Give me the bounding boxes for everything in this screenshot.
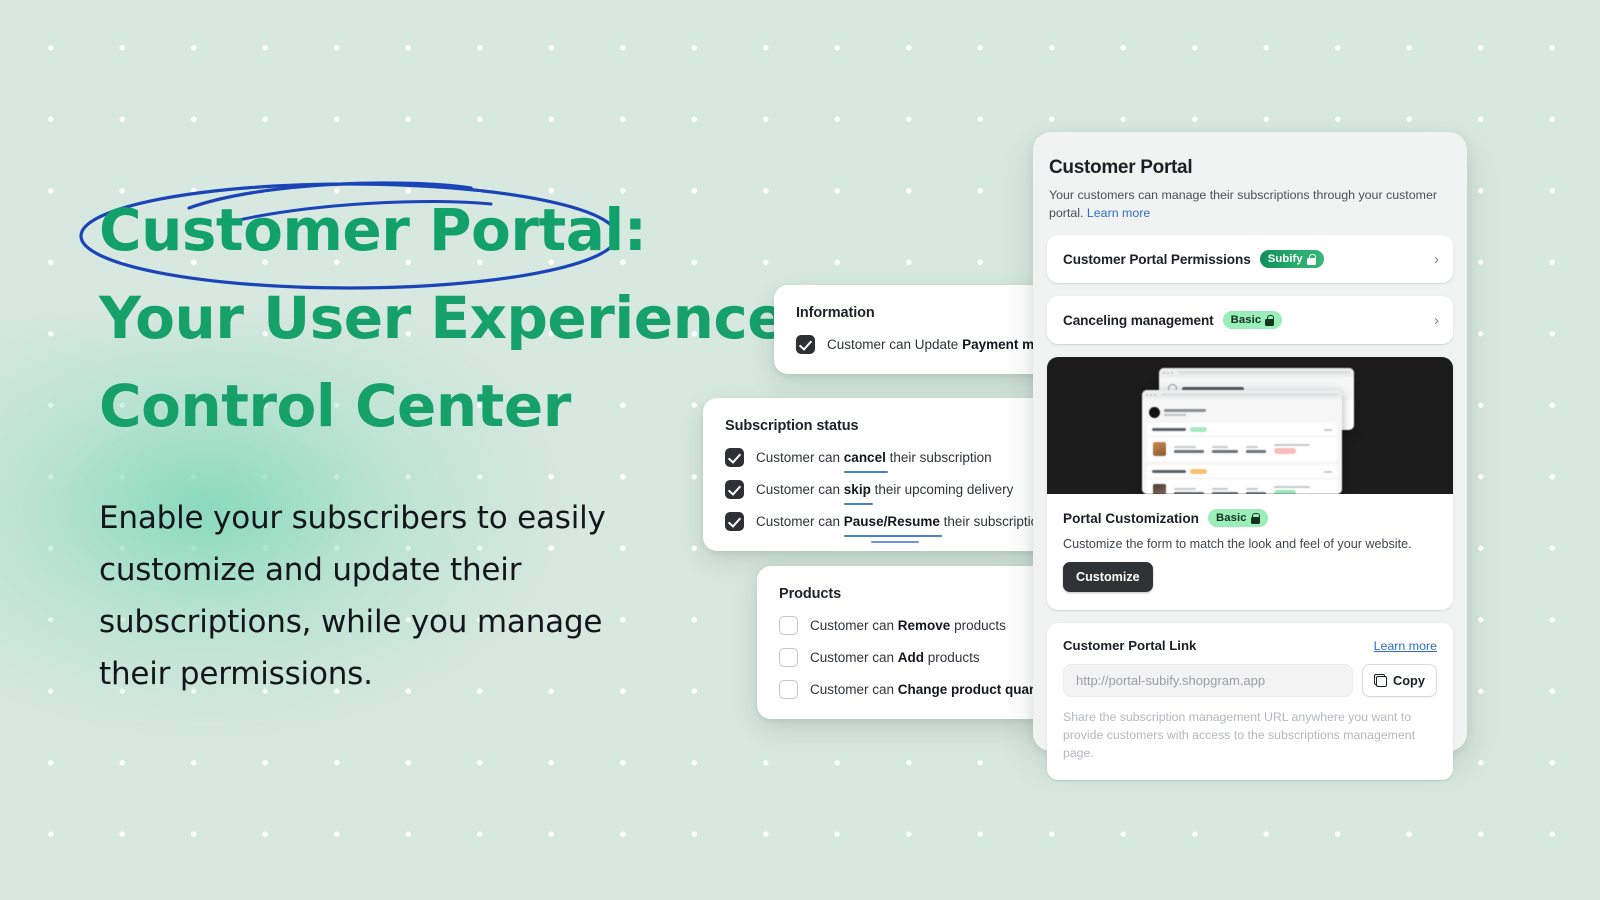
preview-window-front <box>1142 390 1342 494</box>
lock-icon <box>1265 314 1275 326</box>
chevron-right-icon[interactable]: › <box>1434 313 1439 328</box>
customize-button[interactable]: Customize <box>1063 562 1153 592</box>
checkbox-remove-products[interactable] <box>779 616 798 635</box>
headline-line-3: Control Center <box>99 372 571 440</box>
row-title: Canceling management <box>1063 312 1214 328</box>
permission-label: Customer can skip their upcoming deliver… <box>756 482 1014 497</box>
status-badge-basic: Basic <box>1207 509 1268 527</box>
portal-customization-title: Portal Customization <box>1063 510 1199 526</box>
row-left-group: Customer Portal Permissions Subify <box>1063 250 1324 268</box>
status-badge-subify: Subify <box>1259 250 1324 268</box>
portal-preview-image <box>1047 357 1453 494</box>
badge-label: Basic <box>1215 512 1247 524</box>
panel-title: Customer Portal <box>1049 157 1193 178</box>
hero-subcopy: Enable your subscribers to easily custom… <box>99 500 606 692</box>
preview-subscription-item <box>1147 465 1337 494</box>
badge-label: Subify <box>1267 253 1303 265</box>
preview-window-chrome <box>1159 368 1354 377</box>
row-customer-portal-permissions[interactable]: Customer Portal Permissions Subify › <box>1047 235 1453 283</box>
copy-icon <box>1374 674 1387 687</box>
portal-link-input[interactable] <box>1063 664 1353 697</box>
preview-portal-heading <box>1147 404 1337 423</box>
copy-button-label: Copy <box>1393 673 1425 688</box>
checkbox-cancel-subscription[interactable] <box>725 448 744 467</box>
link-card-title: Customer Portal Link <box>1063 638 1197 653</box>
portal-customization-card: Portal Customization Basic Customize the… <box>1047 357 1453 610</box>
link-input-row: Copy <box>1063 664 1437 697</box>
link-card-header: Customer Portal Link Learn more <box>1063 638 1437 653</box>
lock-icon <box>1250 512 1260 524</box>
checkbox-skip-delivery[interactable] <box>725 480 744 499</box>
permission-label: Customer can cancel their subscription <box>756 450 992 465</box>
row-title: Customer Portal Permissions <box>1063 251 1251 267</box>
lock-icon <box>1306 253 1317 265</box>
permission-label: Customer can Remove products <box>810 618 1006 633</box>
checkbox-payment-method[interactable] <box>796 335 815 354</box>
preview-avatar <box>1149 407 1160 418</box>
headline-line-2: Your User Experience <box>99 284 787 352</box>
panel-description: Your customers can manage their subscrip… <box>1049 188 1437 220</box>
permission-label: Customer can Add products <box>810 650 980 665</box>
preview-subscription-item <box>1147 423 1337 461</box>
checkbox-add-products[interactable] <box>779 648 798 667</box>
preview-window-chrome <box>1142 390 1342 399</box>
portal-customization-title-row: Portal Customization Basic <box>1063 509 1437 527</box>
panel-learn-more-link[interactable]: Learn more <box>1087 206 1150 220</box>
customer-portal-panel: Customer Portal Your customers can manag… <box>1033 132 1467 780</box>
permission-label: Customer can Change product quantity <box>810 682 1058 697</box>
hero-section: Customer Portal: Your User Experience Co… <box>79 181 787 700</box>
badge-label: Basic <box>1230 314 1262 326</box>
headline-line-1: Customer Portal: <box>99 196 647 264</box>
checkbox-change-quantity[interactable] <box>779 680 798 699</box>
link-help-text: Share the subscription management URL an… <box>1063 710 1415 760</box>
customer-portal-link-card: Customer Portal Link Learn more Copy Sha… <box>1047 623 1453 780</box>
portal-customization-description: Customize the form to match the look and… <box>1063 537 1412 551</box>
preview-portal-body <box>1142 399 1342 494</box>
status-badge-basic: Basic <box>1222 311 1283 329</box>
portal-customization-body: Portal Customization Basic Customize the… <box>1047 494 1453 610</box>
link-learn-more-link[interactable]: Learn more <box>1374 639 1437 653</box>
panel-header: Customer Portal Your customers can manag… <box>1047 150 1453 222</box>
row-left-group: Canceling management Basic <box>1063 311 1283 329</box>
page-title: Customer Portal: Your User Experience Co… <box>99 186 787 450</box>
row-canceling-management[interactable]: Canceling management Basic › <box>1047 296 1453 344</box>
copy-button[interactable]: Copy <box>1362 664 1437 697</box>
chevron-right-icon[interactable]: › <box>1434 252 1439 267</box>
checkbox-pause-resume[interactable] <box>725 512 744 531</box>
